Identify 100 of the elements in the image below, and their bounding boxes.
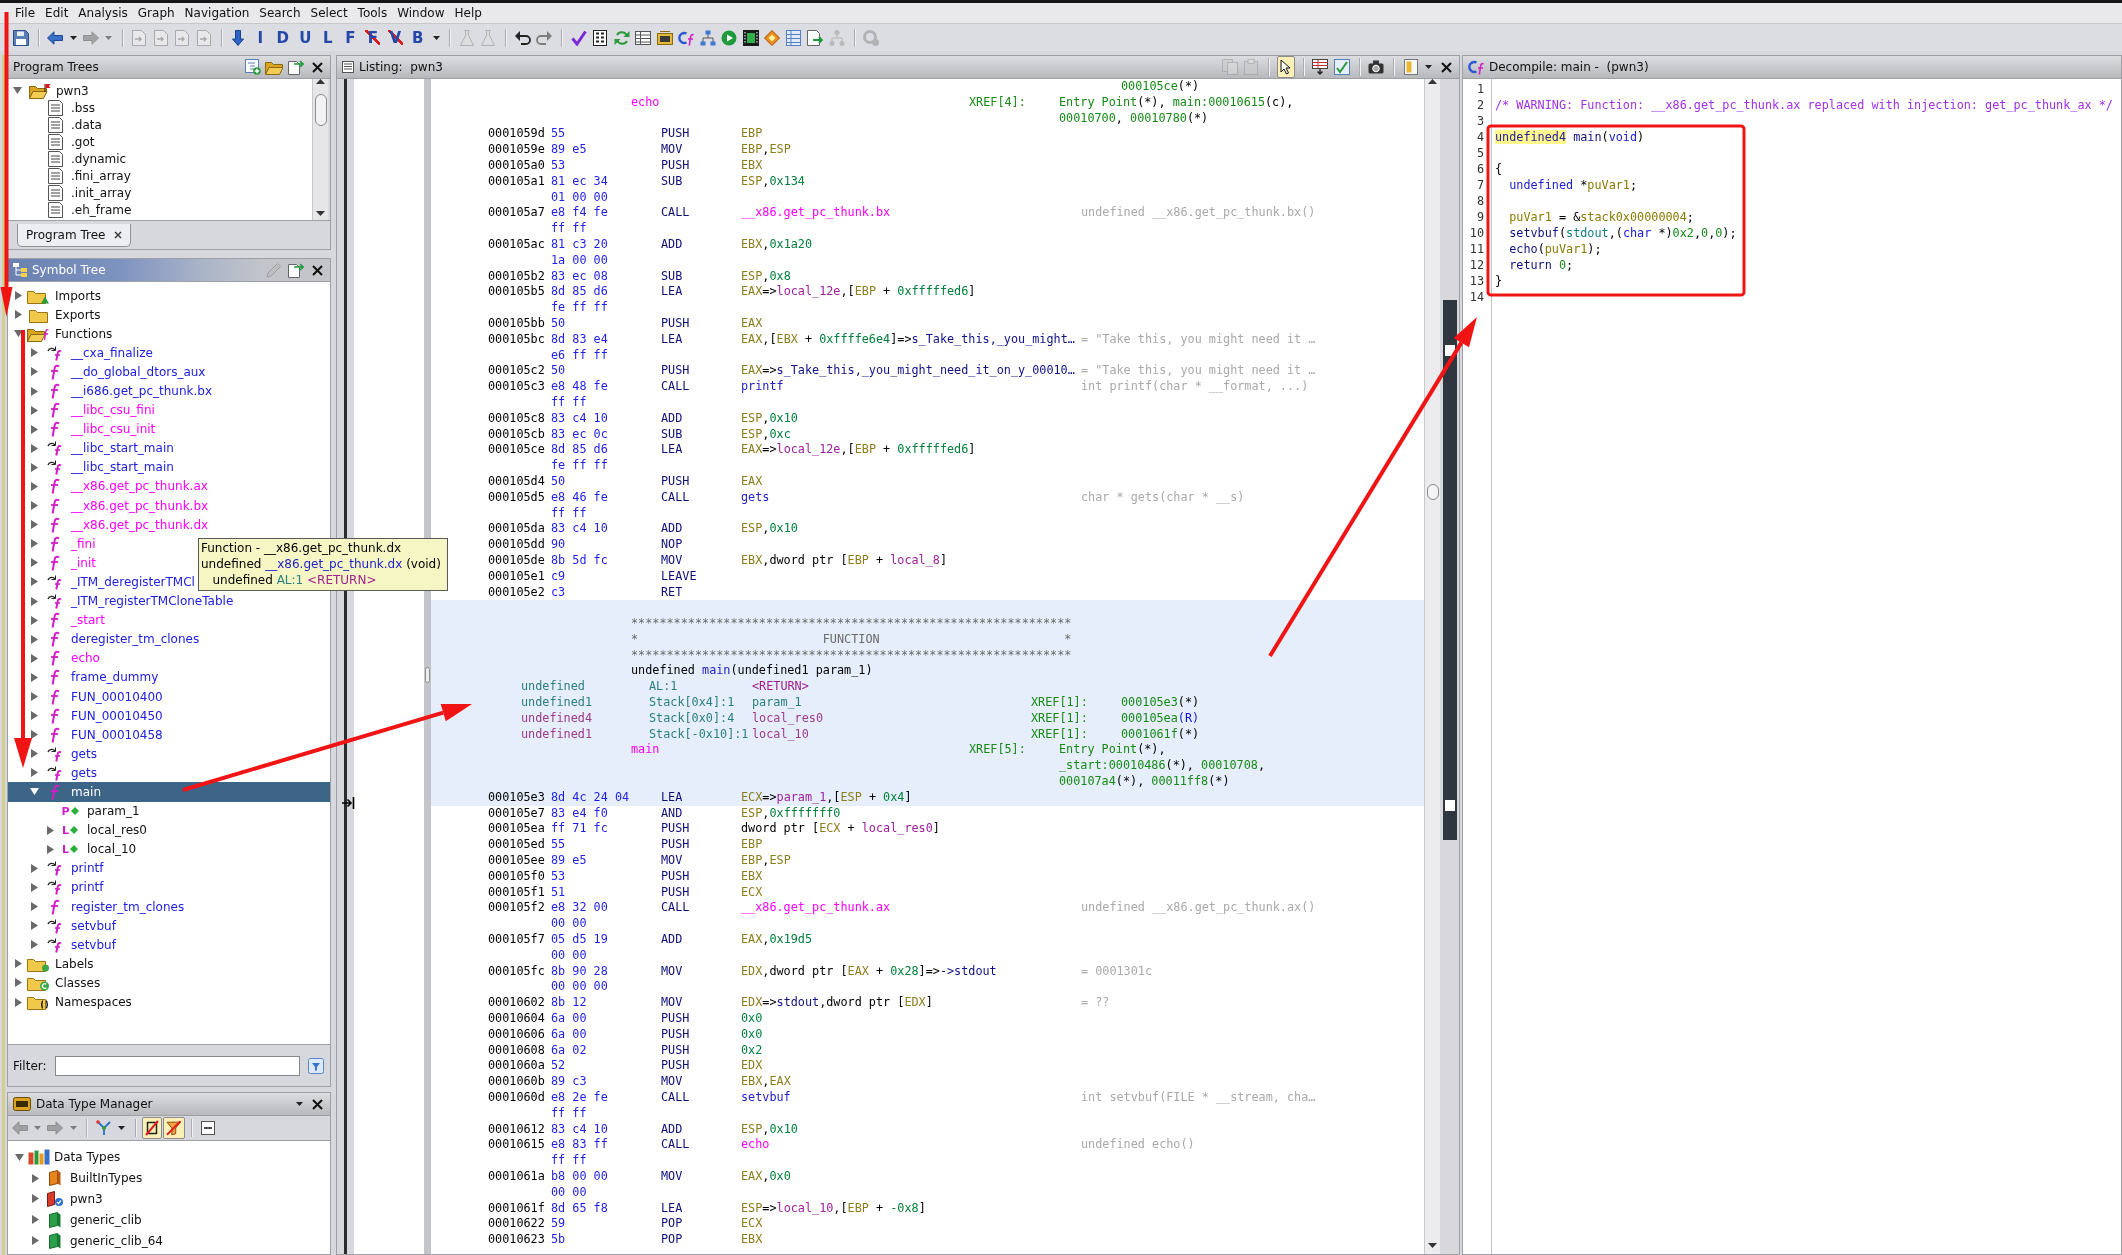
listing-row[interactable]: 000105a1 81 ec 34 SUB ESP,0x134 (431, 173, 1424, 190)
window-icon[interactable] (1403, 59, 1418, 75)
caret-down-icon[interactable] (296, 1102, 303, 1106)
listing-row[interactable]: 0001060b 89 c3 MOV EBX,EAX (431, 1074, 1424, 1090)
tree-item[interactable]: .init_array (27, 184, 132, 201)
menu-item[interactable]: Navigation (179, 6, 255, 20)
caret-right-icon[interactable] (30, 558, 38, 568)
menu-item[interactable]: Select (305, 6, 353, 20)
listing-row[interactable]: 000105d4 50 PUSH EAX (431, 473, 1424, 490)
listing-row[interactable]: 000105ee 89 e5 MOV EBP,ESP (431, 853, 1424, 869)
listing-row[interactable]: ff ff (431, 394, 1424, 411)
listing-row[interactable]: echo XREF[4]: Entry Point(*), main:00010615(c), (431, 94, 1424, 111)
splitter-grip[interactable] (425, 667, 430, 683)
checkmark-icon[interactable] (570, 29, 587, 46)
caret-right-icon[interactable] (30, 520, 38, 530)
tree-item[interactable]: L local_res0 (45, 820, 147, 840)
tree-item[interactable]: pwn3 (12, 82, 89, 99)
toolbar-button[interactable]: F (339, 26, 362, 49)
tree-item[interactable]: P param_1 (45, 801, 140, 821)
listing-row[interactable]: fe ff ff (431, 300, 1424, 316)
listing-row[interactable]: 00 00 (431, 1184, 1424, 1201)
listing-row[interactable]: 000105bb 50 PUSH EAX (431, 315, 1424, 332)
caret-right-icon[interactable] (14, 310, 22, 320)
caret-right-icon[interactable] (30, 501, 38, 511)
scroll-down-icon[interactable] (1428, 1243, 1437, 1248)
caret-right-icon[interactable] (30, 863, 38, 873)
toolbar-button[interactable]: D (271, 26, 294, 49)
listing-row[interactable]: 000105b5 8d 85 d6 LEA EAX=>local_12e,[EBP + 0xfffffed6] (431, 284, 1424, 301)
caret-right-icon[interactable] (31, 1173, 39, 1183)
caret-right-icon[interactable] (30, 882, 38, 892)
tree-item[interactable]: Imports (13, 286, 102, 306)
tree-item[interactable]: L local_10 (45, 839, 137, 859)
caret-down-icon[interactable] (118, 1126, 125, 1130)
tree-item[interactable]: main (8, 782, 330, 802)
tree-item[interactable]: setvbuf (29, 935, 116, 955)
caret-right-icon[interactable] (30, 443, 38, 453)
scroll-thumb[interactable] (314, 94, 327, 126)
toolbar-button[interactable]: B (406, 26, 429, 49)
listing-row[interactable]: 00010622 59 POP ECX (431, 1216, 1424, 1233)
listing-row[interactable]: 000105a7 e8 f4 fe CALL __x86.get_pc_thunk.bx undefined __x86.get_pc_thunk.bx() (431, 205, 1424, 222)
refresh-icon[interactable] (613, 29, 630, 46)
caret-right-icon[interactable] (30, 730, 38, 740)
byte-grid-icon[interactable] (593, 29, 608, 46)
scrollbar[interactable] (312, 79, 328, 220)
listing-row[interactable]: 000105f2 e8 32 00 CALL __x86.get_pc_thunk.ax undefined __x86.get_pc_thunk.ax() (431, 900, 1424, 917)
caret-right-icon[interactable] (30, 768, 38, 778)
listing-row[interactable]: ff ff (431, 221, 1424, 237)
tree-item[interactable]: .got (27, 133, 95, 150)
listing-row[interactable]: 00010604 6a 00 PUSH 0x0 (431, 1011, 1424, 1027)
caret-right-icon[interactable] (30, 348, 38, 358)
table-arrow-icon[interactable] (1312, 59, 1329, 75)
caret-right-icon[interactable] (31, 1215, 39, 1225)
menu-item[interactable]: Search (254, 6, 306, 20)
menu-item[interactable]: File (10, 6, 41, 20)
caret-right-icon[interactable] (30, 386, 38, 396)
tree-item[interactable]: frame_dummy (29, 667, 159, 687)
caret-down-icon[interactable] (13, 330, 23, 338)
listing-row[interactable]: ff ff (431, 1105, 1424, 1122)
table-check-icon[interactable] (1333, 59, 1350, 75)
listing-row[interactable]: 000105ea ff 71 fc PUSH dword ptr [ECX + local_res0] (431, 821, 1424, 838)
listing-row[interactable]: main XREF[5]: Entry Point(*), (431, 742, 1424, 759)
caret-right-icon[interactable] (30, 462, 38, 472)
listing-row[interactable]: 00010615 e8 83 ff CALL echo undefined echo() (431, 1137, 1424, 1154)
tree-item[interactable]: .fini_array (27, 167, 131, 184)
listing-row[interactable]: 00010606 6a 00 PUSH 0x0 (431, 1026, 1424, 1043)
caret-right-icon[interactable] (30, 672, 38, 682)
tree-item[interactable]: gets (29, 744, 97, 764)
export-icon[interactable] (807, 29, 824, 46)
close-icon[interactable] (311, 61, 323, 73)
tree-item[interactable]: .eh_frame (27, 201, 132, 218)
listing-row[interactable]: 0001061a b8 00 00 MOV EAX,0x0 (431, 1169, 1424, 1185)
close-icon[interactable] (1440, 61, 1452, 73)
listing-row[interactable]: 000105d5 e8 46 fe CALL gets char * gets(char * __s) (431, 489, 1424, 506)
listing-row[interactable]: 000105a0 53 PUSH EBX (431, 158, 1424, 174)
close-icon[interactable] (114, 231, 123, 239)
tree-item[interactable]: _ITM_deregisterTMCl (29, 572, 195, 592)
tree-item[interactable]: FUN_00010400 (29, 686, 163, 707)
listing-row[interactable]: 000105e7 83 e4 f0 AND ESP,0xfffffff0 (431, 805, 1424, 822)
listing-row[interactable]: 00 00 00 (431, 979, 1424, 996)
scroll-down-icon[interactable] (316, 211, 325, 216)
tree-item[interactable]: .dynamic (27, 150, 127, 167)
close-icon[interactable] (311, 264, 323, 276)
funnel-icon[interactable] (163, 1117, 185, 1139)
tree-item[interactable]: FUN_00010450 (29, 706, 163, 726)
caret-right-icon[interactable] (31, 1194, 39, 1204)
listing-row[interactable]: undefined1 Stack[0x4]:1 param_1 XREF[1]: 000105e3(*) (431, 695, 1424, 711)
close-icon[interactable] (311, 1098, 323, 1110)
filter-options-icon[interactable] (307, 1057, 324, 1074)
listing-row[interactable]: 00010612 83 c4 10 ADD ESP,0x10 (431, 1121, 1424, 1138)
caret-right-icon[interactable] (30, 692, 38, 701)
pointer-icon[interactable] (1276, 56, 1295, 78)
caret-right-icon[interactable] (30, 940, 38, 950)
caret-right-icon[interactable] (30, 902, 38, 912)
caret-right-icon[interactable] (14, 959, 22, 969)
tree-item[interactable]: register_tm_clones (29, 897, 185, 917)
undo-icon[interactable] (514, 30, 531, 45)
caret-down-icon[interactable] (432, 35, 440, 40)
tree-item[interactable]: printf (29, 877, 104, 897)
listing-row[interactable]: _start:00010486(*), 00010708, (431, 758, 1424, 775)
box-icon[interactable] (656, 30, 673, 45)
